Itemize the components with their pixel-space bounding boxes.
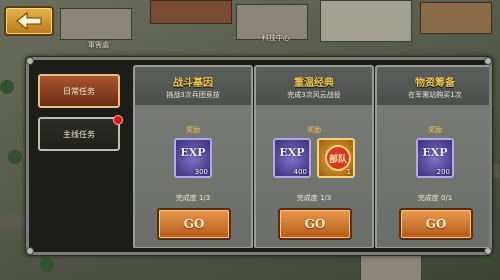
building-label: 軍需處: [88, 41, 109, 49]
reward-label: 奖励: [186, 126, 200, 134]
notification-dot-icon: [113, 115, 123, 125]
go-button[interactable]: GO: [399, 208, 473, 240]
quest-card: 重温经典 完成3次风云战役 奖励 EXP 400 部队 1 完成度 1/3 GO: [254, 65, 374, 248]
quest-panel: 日常任务 主线任务 战斗基因 挑战3次兵团竞技 奖励 EXP 300 完成度 1…: [26, 57, 492, 255]
quest-description: 挑战3次兵团竞技: [166, 91, 220, 99]
quest-title: 重温经典: [294, 78, 334, 89]
go-button[interactable]: GO: [157, 208, 231, 240]
exp-reward-icon[interactable]: EXP 200: [416, 138, 454, 178]
quest-card: 战斗基因 挑战3次兵团竞技 奖励 EXP 300 完成度 1/3 GO: [133, 65, 253, 248]
reward-quantity: 1: [346, 168, 351, 176]
quest-progress: 完成度 0/1: [417, 194, 453, 202]
quest-card-list[interactable]: 战斗基因 挑战3次兵团竞技 奖励 EXP 300 完成度 1/3 GO 重温经典…: [133, 65, 489, 248]
tab-label: 主线任务: [63, 129, 95, 139]
quest-progress: 完成度 1/3: [296, 194, 332, 202]
quest-title: 物资筹备: [415, 78, 455, 89]
tab-label: 日常任务: [63, 86, 95, 96]
quest-title: 战斗基因: [173, 78, 213, 89]
reward-list: EXP 400 部队 1: [256, 138, 372, 178]
quest-progress: 完成度 1/3: [175, 194, 211, 202]
reward-label: 奖励: [428, 126, 442, 134]
exp-reward-icon[interactable]: EXP 300: [174, 138, 212, 178]
unit-token-icon[interactable]: 部队 1: [317, 138, 355, 178]
quest-description: 完成3次风云战役: [287, 91, 341, 99]
quest-card: 物资筹备 在军需站购买1次 奖励 EXP 200 完成度 0/1 GO: [375, 65, 489, 248]
reward-label: 奖励: [307, 126, 321, 134]
go-button[interactable]: GO: [278, 208, 352, 240]
tab-daily-quests[interactable]: 日常任务: [38, 74, 120, 108]
reward-quantity: 300: [194, 168, 208, 176]
reward-quantity: 200: [436, 168, 450, 176]
building-label: 科技中心: [262, 34, 290, 42]
back-button[interactable]: [4, 6, 54, 36]
exp-reward-icon[interactable]: EXP 400: [273, 138, 311, 178]
reward-list: EXP 300: [135, 138, 251, 178]
quest-description: 在军需站购买1次: [408, 91, 462, 99]
tab-main-quests[interactable]: 主线任务: [38, 115, 123, 151]
back-arrow-icon: [16, 12, 42, 30]
reward-list: EXP 200: [377, 138, 489, 178]
reward-quantity: 400: [293, 168, 307, 176]
